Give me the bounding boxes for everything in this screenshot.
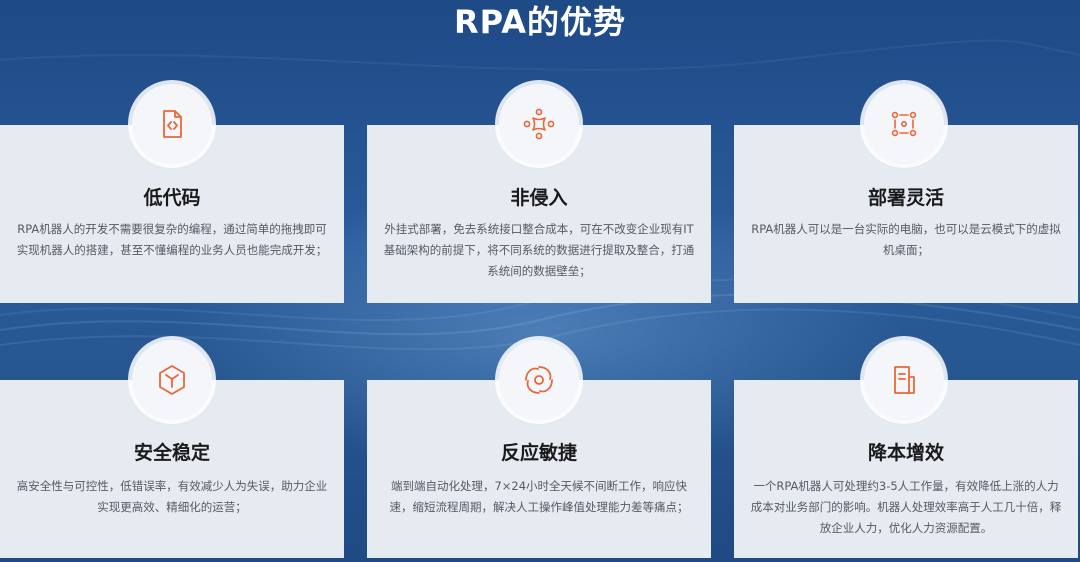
swirl-icon: [499, 340, 579, 420]
network-nodes-icon: [499, 84, 579, 164]
card-title: 非侵入: [510, 187, 568, 209]
card-description: 高安全性与可控性，低错误率，有效减少人为失误，助力企业实现更高效、精细化的运营；: [16, 479, 328, 514]
card-description: RPA机器人可以是一台实际的电脑，也可以是云模式下的虚拟机桌面；: [751, 222, 1061, 257]
card-title: 低代码: [143, 187, 201, 209]
card-description: 外挂式部署，免去系统接口整合成本，可在不改变企业现有IT基础架构的前提下，将不同…: [383, 222, 695, 278]
page-title: RPA的优势: [454, 3, 626, 41]
hexagon-cube-icon: [132, 340, 212, 420]
card-description: 一个RPA机器人可处理约3-5人工作量，有效降低上涨的人力成本对业务部门的影响。…: [750, 479, 1062, 535]
grid-dots-icon: [864, 84, 944, 164]
code-file-icon: [132, 84, 212, 164]
card-title: 反应敏捷: [500, 442, 577, 464]
document-icon: [864, 340, 944, 420]
card-title: 安全稳定: [133, 442, 210, 464]
card-description: RPA机器人的开发不需要很复杂的编程，通过简单的拖拽即可实现机器人的搭建，甚至不…: [16, 222, 328, 257]
card-title: 降本增效: [867, 442, 944, 464]
card-description: 端到端自动化处理，7×24小时全天候不间断工作，响应快速，缩短流程周期，解决人工…: [389, 479, 689, 514]
card-title: 部署灵活: [867, 187, 944, 209]
